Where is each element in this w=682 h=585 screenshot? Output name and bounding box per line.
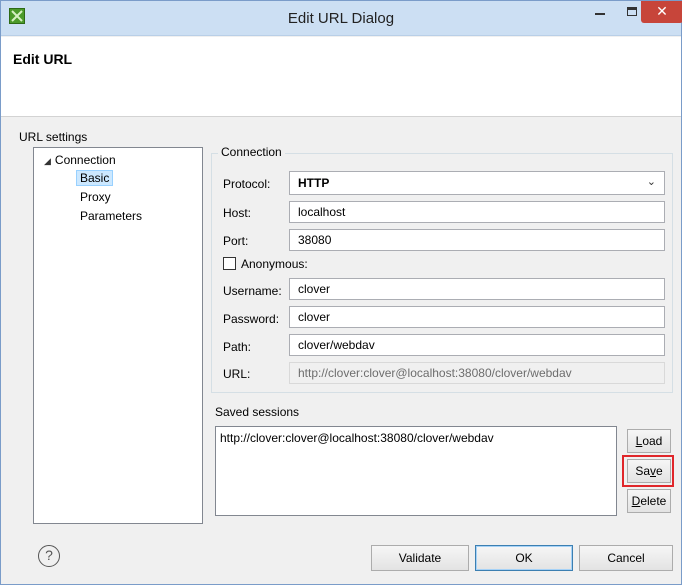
protocol-label: Protocol: [223,177,271,191]
saved-sessions-list[interactable]: http://clover:clover@localhost:38080/clo… [215,426,617,516]
load-label-rest: oad [642,434,663,448]
port-label: Port: [223,234,249,248]
password-label: Password: [223,312,280,326]
save-label-pre: Sa [635,464,650,478]
protocol-select[interactable]: HTTP ⌄ [289,171,665,195]
delete-label-rest: elete [640,494,667,508]
anonymous-label: Anonymous: [241,257,308,271]
password-field[interactable]: clover [289,306,665,328]
tree-item-connection[interactable]: ◢ Connection [44,153,116,167]
triangle-down-icon[interactable]: ◢ [44,156,51,166]
list-item[interactable]: http://clover:clover@localhost:38080/clo… [220,431,612,445]
dialog-header: Edit URL [1,37,681,117]
close-icon: ✕ [656,3,668,19]
chevron-down-icon: ⌄ [646,176,656,188]
help-icon[interactable]: ? [38,545,60,567]
save-label-rest: e [656,464,663,478]
url-field: http://clover:clover@localhost:38080/clo… [289,362,665,384]
protocol-value: HTTP [298,176,330,190]
minimize-button[interactable] [585,3,615,25]
tree-item-label: Connection [54,153,116,167]
tree-item-label: Proxy [80,190,111,204]
tree-item-proxy[interactable]: Proxy [80,190,111,204]
title-bar: Edit URL Dialog ✕ [1,1,682,36]
dialog-window: Edit URL Dialog ✕ Edit URL URL settings … [0,0,682,585]
validate-button[interactable]: Validate [371,545,469,571]
tree-item-label: Basic [76,170,114,186]
save-button[interactable]: Save [627,459,671,483]
path-label: Path: [223,340,252,354]
tree-item-label: Parameters [80,209,143,223]
delete-button[interactable]: Delete [627,489,671,513]
username-label: Username: [223,284,282,298]
cancel-button[interactable]: Cancel [579,545,673,571]
url-label: URL: [223,367,251,381]
host-field[interactable]: localhost [289,201,665,223]
settings-tree: ◢ Connection Basic Proxy Parameters [33,147,203,524]
minimize-icon [595,13,605,15]
maximize-icon [627,7,637,16]
delete-mnemonic: D [631,494,641,508]
port-field[interactable]: 38080 [289,229,665,251]
close-button[interactable]: ✕ [641,1,682,23]
load-button[interactable]: Load [627,429,671,453]
url-settings-label: URL settings [19,130,88,144]
ok-button[interactable]: OK [475,545,573,571]
path-field[interactable]: clover/webdav [289,334,665,356]
saved-sessions-label: Saved sessions [215,405,300,419]
connection-legend: Connection [218,145,285,159]
window-title: Edit URL Dialog [287,10,395,27]
tree-item-basic[interactable]: Basic [76,170,114,186]
anonymous-checkbox[interactable] [223,257,236,270]
tree-item-parameters[interactable]: Parameters [80,209,142,223]
username-field[interactable]: clover [289,278,665,300]
page-title: Edit URL [13,51,73,67]
host-label: Host: [223,206,252,220]
